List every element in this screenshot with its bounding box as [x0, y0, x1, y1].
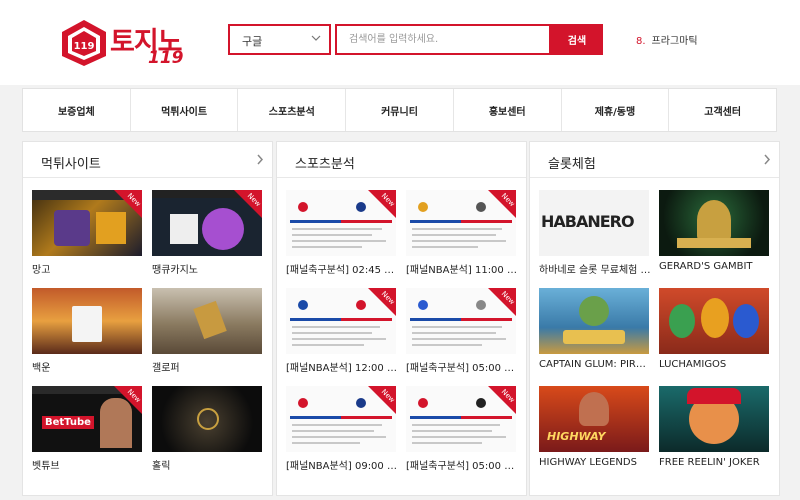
thumbnail: New	[286, 288, 396, 354]
new-badge: New	[368, 190, 396, 218]
thumbnail	[32, 288, 142, 354]
thumbnail: New	[32, 190, 142, 256]
site-logo[interactable]: 119 토지노 119	[60, 18, 190, 68]
thumbnail: New	[286, 386, 396, 452]
site-header: 119 토지노 119 구글 검색 8. 프라그마틱	[0, 0, 800, 85]
panel-header: 스포츠분석	[277, 142, 526, 178]
search-field[interactable]	[335, 24, 551, 55]
thumbnail: New	[152, 190, 262, 256]
chevron-right-icon[interactable]	[256, 154, 264, 165]
panel-header: 먹튀사이트	[23, 142, 272, 178]
thumbnail: New	[286, 190, 396, 256]
thumbnail: HIGHWAY	[539, 386, 649, 452]
thumbnail: BetTube New	[32, 386, 142, 452]
list-item[interactable]: BetTube New 벳튜브	[32, 386, 142, 472]
new-badge: New	[114, 386, 142, 414]
list-item[interactable]: 홀릭	[152, 386, 262, 472]
card-caption: [패널축구분석] 02:45 …	[286, 265, 395, 276]
card-caption: HIGHWAY LEGENDS	[539, 457, 637, 468]
card-caption: LUCHAMIGOS	[659, 359, 727, 370]
nav-item-support[interactable]: 고객센터	[669, 89, 776, 131]
panel-title: 먹튀사이트	[41, 157, 101, 172]
search-engine-value: 구글	[242, 35, 263, 48]
list-item[interactable]: New 땡큐카지노	[152, 190, 262, 276]
list-item[interactable]: 갤로퍼	[152, 288, 262, 374]
card-caption: [패널축구분석] 05:00 A…	[406, 461, 518, 472]
list-item[interactable]: New [패널축구분석] 05:00 A…	[406, 386, 518, 472]
thumbnail: New	[406, 288, 516, 354]
card-caption: 벳튜브	[32, 461, 60, 472]
new-badge: New	[368, 386, 396, 414]
list-item[interactable]: New [패널NBA분석] 09:00 …	[286, 386, 397, 472]
card-caption: FREE REELIN' JOKER	[659, 457, 760, 468]
card-caption: [패널NBA분석] 11:00 …	[406, 265, 517, 276]
search-input[interactable]	[337, 26, 549, 53]
trending-text: 프라그마틱	[651, 36, 698, 47]
new-badge: New	[488, 386, 516, 414]
thumbnail	[659, 190, 769, 256]
list-item[interactable]: New 망고	[32, 190, 142, 276]
card-caption: [패널NBA분석] 09:00 …	[286, 461, 397, 472]
new-badge: New	[368, 288, 396, 316]
list-item[interactable]: HIGHWAY HIGHWAY LEGENDS	[539, 386, 649, 468]
nav-item-community[interactable]: 커뮤니티	[346, 89, 454, 131]
list-item[interactable]: FREE REELIN' JOKER	[659, 386, 769, 468]
thumbnail	[152, 386, 262, 452]
list-item[interactable]: HABANERO 하바네로 슬롯 무료체험 …	[539, 190, 651, 276]
chevron-down-icon	[311, 35, 321, 41]
card-caption: [패널NBA분석] 12:00 …	[286, 363, 397, 374]
trending-keyword[interactable]: 8. 프라그마틱	[636, 32, 698, 47]
main-nav: 보증업체 먹튀사이트 스포츠분석 커뮤니티 홍보센터 제휴/동맹 고객센터	[22, 88, 777, 132]
list-item[interactable]: CAPTAIN GLUM: PIR…	[539, 288, 649, 370]
muktwi-panel: 먹튀사이트 New 망고 New 땡큐카지노 백운 갤로퍼 BetTube Ne…	[22, 141, 273, 496]
nav-item-promo[interactable]: 홍보센터	[454, 89, 562, 131]
card-caption: 홀릭	[152, 461, 171, 472]
nav-item-muktwi[interactable]: 먹튀사이트	[131, 89, 239, 131]
slots-panel: 슬롯체험 HABANERO 하바네로 슬롯 무료체험 … GERARD'S GA…	[529, 141, 780, 496]
thumbnail	[659, 386, 769, 452]
new-badge: New	[488, 190, 516, 218]
nav-item-guarantee[interactable]: 보증업체	[23, 89, 131, 131]
list-item[interactable]: New [패널축구분석] 05:00 …	[406, 288, 516, 374]
thumbnail	[539, 288, 649, 354]
list-item[interactable]: 백운	[32, 288, 142, 374]
thumbnail: New	[406, 190, 516, 256]
thumbnail	[659, 288, 769, 354]
list-item[interactable]: New [패널축구분석] 02:45 …	[286, 190, 396, 276]
nav-item-partner[interactable]: 제휴/동맹	[562, 89, 670, 131]
list-item[interactable]: New [패널NBA분석] 12:00 …	[286, 288, 397, 374]
card-caption: 백운	[32, 363, 51, 374]
logo-number: 119	[148, 48, 184, 68]
card-caption: [패널축구분석] 05:00 …	[406, 363, 515, 374]
search-button[interactable]: 검색	[551, 24, 603, 55]
card-caption: 하바네로 슬롯 무료체험 …	[539, 265, 651, 276]
trending-rank: 8.	[636, 36, 646, 47]
new-badge: New	[234, 190, 262, 218]
card-caption: 갤로퍼	[152, 363, 180, 374]
list-item[interactable]: New [패널NBA분석] 11:00 …	[406, 190, 517, 276]
panel-title: 슬롯체험	[548, 157, 596, 172]
thumbnail: New	[406, 386, 516, 452]
thumbnail	[152, 288, 262, 354]
logo-house-icon: 119	[62, 20, 106, 66]
card-caption: CAPTAIN GLUM: PIR…	[539, 359, 646, 370]
panel-header: 슬롯체험	[530, 142, 779, 178]
new-badge: New	[114, 190, 142, 218]
chevron-right-icon[interactable]	[763, 154, 771, 165]
panel-title: 스포츠분석	[295, 157, 355, 172]
card-caption: 땡큐카지노	[152, 265, 198, 276]
nav-item-sports[interactable]: 스포츠분석	[238, 89, 347, 131]
new-badge: New	[488, 288, 516, 316]
search-engine-select[interactable]: 구글	[228, 24, 331, 55]
sports-panel: 스포츠분석 New [패널축구분석] 02:45 … New [패널NBA분석]…	[276, 141, 527, 496]
thumbnail: HABANERO	[539, 190, 649, 256]
card-caption: 망고	[32, 265, 51, 276]
list-item[interactable]: LUCHAMIGOS	[659, 288, 769, 370]
list-item[interactable]: GERARD'S GAMBIT	[659, 190, 769, 272]
svg-text:119: 119	[74, 41, 95, 52]
card-caption: GERARD'S GAMBIT	[659, 261, 753, 272]
